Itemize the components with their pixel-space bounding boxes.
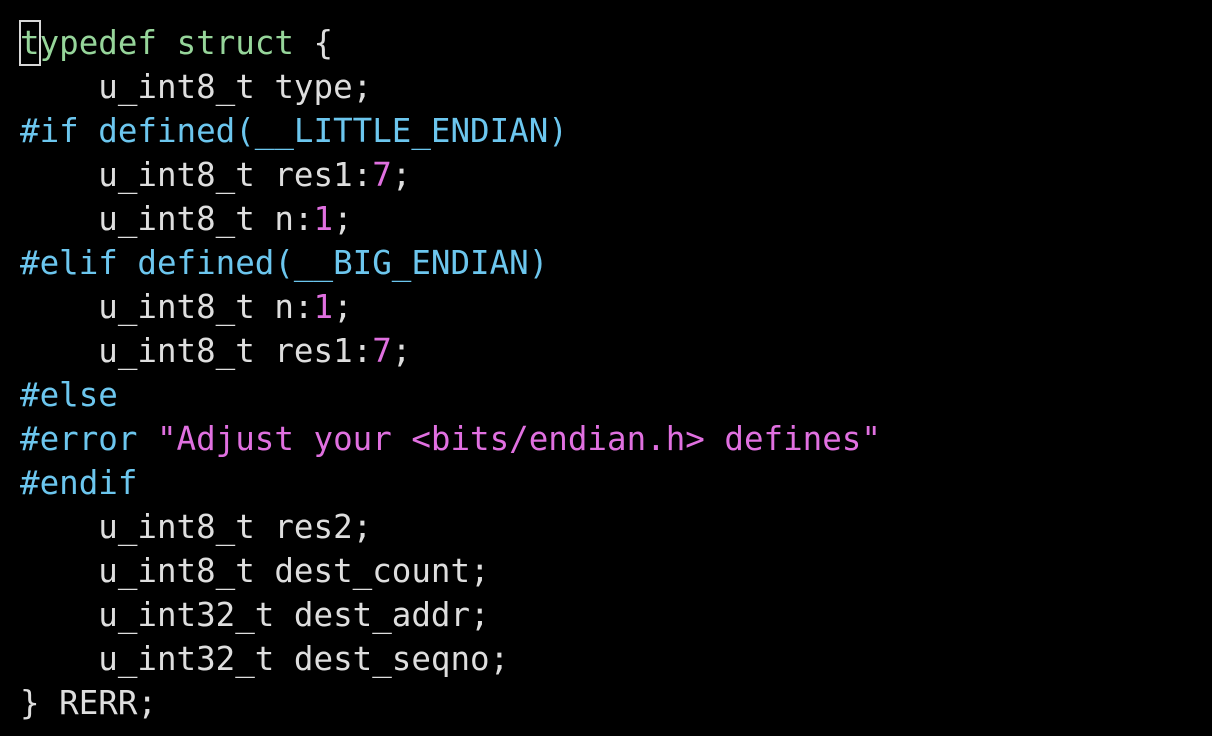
code-token: u_int8_t type; xyxy=(20,68,373,106)
code-token: ; xyxy=(391,156,412,194)
code-token: ; xyxy=(333,288,353,326)
code-token: ; xyxy=(333,200,353,238)
code-token: #if defined(__LITTLE_ENDIAN) xyxy=(20,112,568,150)
code-line[interactable]: u_int8_t type; xyxy=(20,65,372,109)
code-token: ypedef xyxy=(39,24,157,62)
code-token: u_int8_t res1: xyxy=(20,332,373,370)
code-token: u_int8_t res1: xyxy=(20,156,373,194)
code-line[interactable]: u_int8_t n:1; xyxy=(20,285,353,329)
code-line[interactable]: u_int32_t dest_addr; xyxy=(20,593,490,637)
code-token: u_int8_t n: xyxy=(20,288,314,326)
code-editor[interactable]: typedef struct { u_int8_t type; #if defin… xyxy=(0,0,1212,736)
code-line[interactable]: u_int8_t res1:7; xyxy=(20,329,411,373)
code-token: #elif defined(__BIG_ENDIAN) xyxy=(20,244,549,282)
code-token: "Adjust your <bits/endian.h> defines" xyxy=(156,420,881,458)
code-line[interactable]: #error "Adjust your <bits/endian.h> defi… xyxy=(20,417,881,461)
text-cursor: t xyxy=(19,20,41,66)
code-token: 7 xyxy=(372,156,392,194)
code-line[interactable]: } RERR; xyxy=(20,681,157,725)
code-line[interactable]: u_int8_t n:1; xyxy=(20,197,353,241)
code-token: 1 xyxy=(313,288,334,326)
code-token: u_int32_t dest_addr; xyxy=(20,596,490,634)
code-line[interactable]: u_int8_t dest_count; xyxy=(20,549,490,593)
code-token: u_int32_t dest_seqno; xyxy=(20,640,510,678)
code-token: 1 xyxy=(313,200,334,238)
code-token: struct xyxy=(176,24,294,62)
code-token: u_int8_t dest_count; xyxy=(20,552,490,590)
code-line[interactable]: u_int8_t res1:7; xyxy=(20,153,411,197)
code-token: #endif xyxy=(20,464,138,502)
code-token: u_int8_t res2; xyxy=(20,508,373,546)
code-token: u_int8_t n: xyxy=(20,200,314,238)
code-line[interactable]: #endif xyxy=(20,461,137,505)
code-token: #error xyxy=(20,420,157,458)
code-line[interactable]: #elif defined(__BIG_ENDIAN) xyxy=(20,241,548,285)
code-line[interactable]: u_int32_t dest_seqno; xyxy=(20,637,509,681)
code-line[interactable]: u_int8_t res2; xyxy=(20,505,372,549)
code-token: ; xyxy=(391,332,412,370)
code-token: { xyxy=(293,24,334,62)
code-token: #else xyxy=(20,376,118,414)
code-line[interactable]: #else xyxy=(20,373,118,417)
code-line[interactable]: #if defined(__LITTLE_ENDIAN) xyxy=(20,109,568,153)
code-token: } RERR; xyxy=(20,684,157,722)
code-line[interactable]: typedef struct { xyxy=(19,20,334,66)
code-token: 7 xyxy=(372,332,392,370)
